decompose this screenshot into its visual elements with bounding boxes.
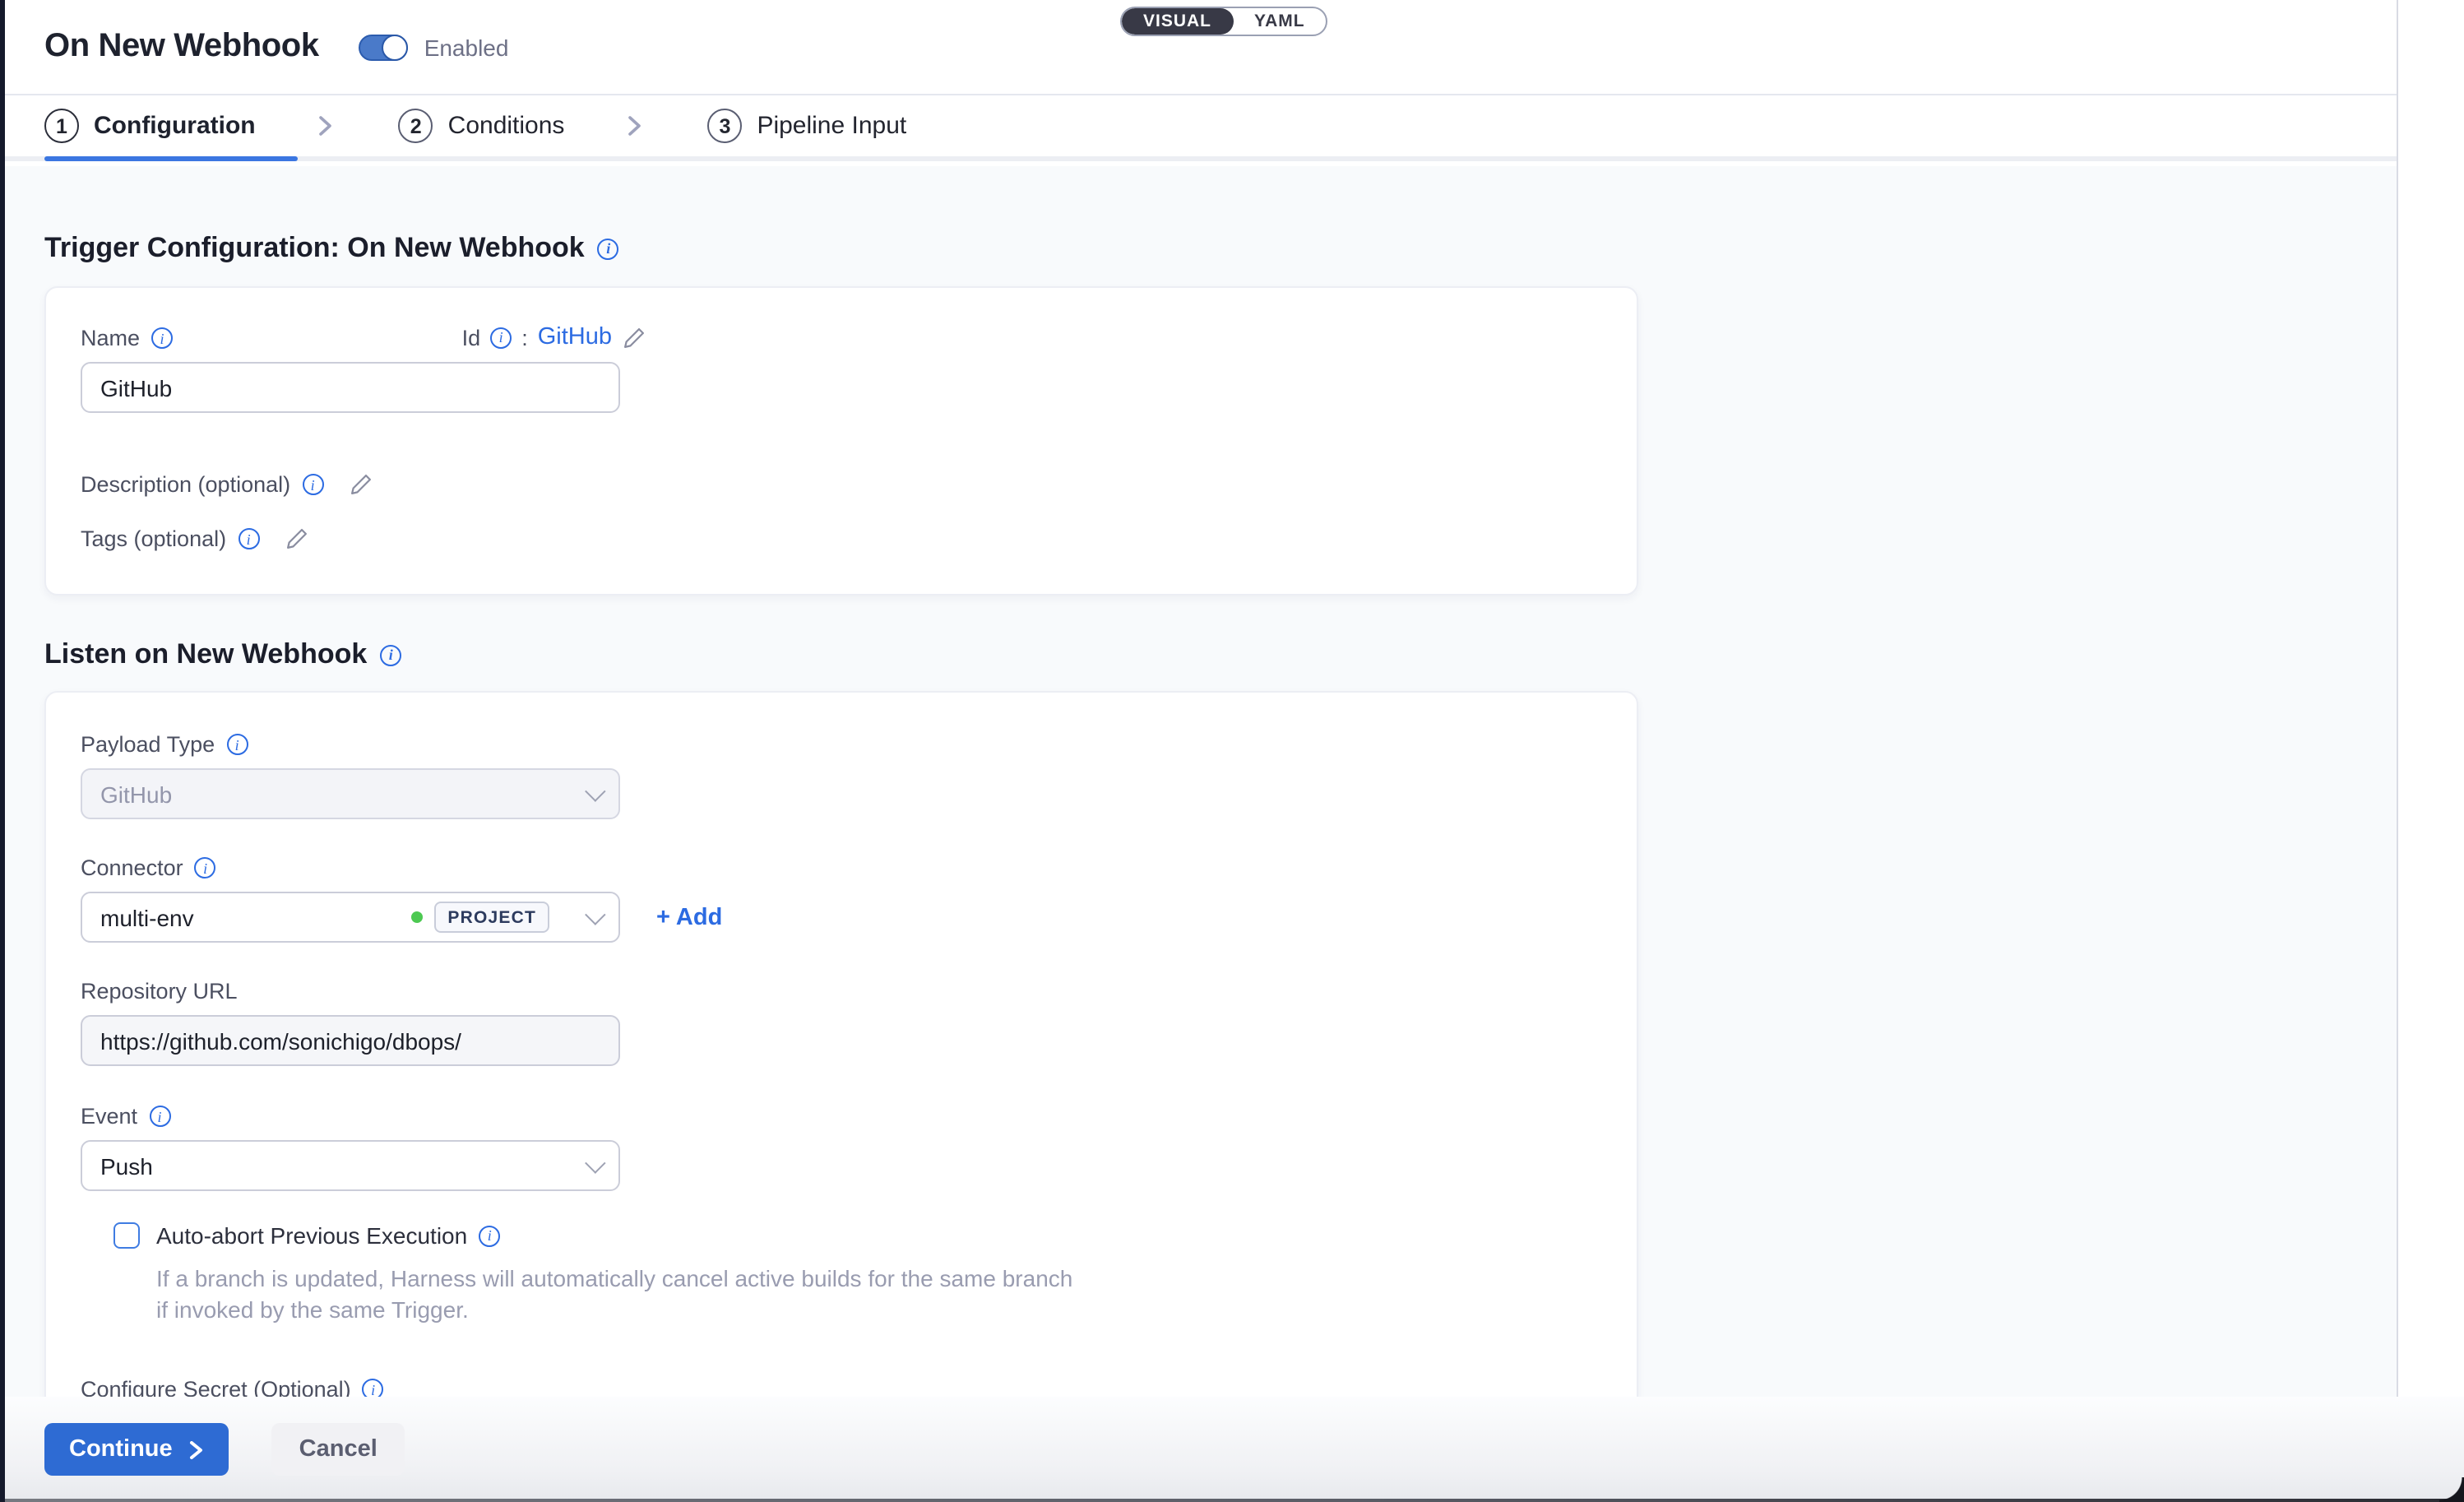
chevron-right-icon: [623, 115, 645, 137]
tags-row: Tags (optional): [81, 526, 1604, 551]
edit-pencil-icon[interactable]: [622, 325, 646, 350]
tab-configuration[interactable]: 1 Configuration: [44, 109, 256, 143]
auto-abort-help-text: If a branch is updated, Harness will aut…: [156, 1263, 1604, 1326]
active-tab-underline: [44, 156, 298, 161]
event-value: Push: [100, 1152, 572, 1179]
edit-pencil-icon[interactable]: [348, 472, 373, 497]
name-label-row: Name: [81, 326, 173, 350]
event-label: Event: [81, 1104, 137, 1129]
info-icon[interactable]: [149, 1106, 170, 1127]
connector-select[interactable]: multi-env PROJECT: [81, 892, 620, 943]
edit-pencil-icon[interactable]: [284, 526, 308, 551]
description-row: Description (optional): [81, 472, 1604, 497]
trigger-panel: On New Webhook Enabled VISUAL YAML 1 Con…: [0, 0, 2398, 1397]
chevron-right-icon: [188, 1440, 204, 1458]
chevron-right-icon: [315, 115, 336, 137]
left-nav-edge: [0, 0, 5, 1502]
listen-section-heading: Listen on New Webhook: [44, 638, 2397, 671]
payload-type-value: GitHub: [100, 781, 572, 807]
yaml-mode-button[interactable]: YAML: [1233, 8, 1327, 35]
info-icon[interactable]: [490, 327, 512, 348]
connector-row: multi-env PROJECT + Add: [81, 880, 1604, 943]
id-group: Id : GitHub: [462, 324, 646, 350]
info-icon[interactable]: [598, 238, 619, 259]
repo-url-label-row: Repository URL: [81, 979, 1604, 1004]
page-title: On New Webhook: [44, 28, 319, 66]
enabled-toggle[interactable]: [359, 34, 408, 60]
auto-abort-row: Auto-abort Previous Execution: [113, 1222, 1604, 1249]
chevron-down-icon: [585, 1152, 605, 1173]
id-separator: :: [521, 325, 528, 350]
chevron-down-icon: [585, 904, 605, 925]
step-number-badge: 1: [44, 109, 79, 143]
payload-type-select: GitHub: [81, 768, 620, 819]
visual-mode-button[interactable]: VISUAL: [1122, 8, 1233, 35]
wizard-step-bar: 1 Configuration 2 Conditions 3 Pipeline …: [0, 95, 2397, 161]
window-corner: [2439, 1477, 2464, 1502]
info-icon[interactable]: [479, 1225, 500, 1246]
tab-conditions[interactable]: 2 Conditions: [399, 109, 565, 143]
info-icon[interactable]: [195, 857, 216, 878]
name-label: Name: [81, 326, 140, 350]
info-icon[interactable]: [238, 528, 259, 549]
info-icon[interactable]: [302, 474, 323, 495]
name-input[interactable]: [81, 362, 620, 413]
enabled-label: Enabled: [424, 34, 509, 60]
repo-url-label: Repository URL: [81, 979, 238, 1004]
auto-abort-checkbox[interactable]: [113, 1222, 140, 1249]
step-number-badge: 2: [399, 109, 433, 143]
auto-abort-label: Auto-abort Previous Execution: [156, 1222, 467, 1249]
continue-button[interactable]: Continue: [44, 1423, 229, 1476]
connector-status-dot: [411, 911, 423, 923]
cancel-button[interactable]: Cancel: [271, 1423, 405, 1476]
continue-label: Continue: [69, 1436, 173, 1463]
payload-type-label: Payload Type: [81, 732, 215, 757]
trigger-drawer-page: On New Webhook Enabled VISUAL YAML 1 Con…: [0, 0, 2464, 1502]
configuration-form: Trigger Configuration: On New Webhook Na…: [0, 166, 2397, 1397]
info-icon[interactable]: [151, 327, 173, 349]
auto-abort-help-line2: if invoked by the same Trigger.: [156, 1295, 1604, 1326]
auto-abort-help-line1: If a branch is updated, Harness will aut…: [156, 1263, 1604, 1295]
id-value-link[interactable]: GitHub: [538, 324, 612, 350]
visual-yaml-switch: VISUAL YAML: [1120, 7, 1328, 36]
repo-url-input[interactable]: [81, 1015, 620, 1066]
id-label: Id: [462, 325, 481, 350]
info-icon[interactable]: [380, 644, 401, 665]
event-label-row: Event: [81, 1104, 1604, 1129]
chevron-down-icon: [585, 781, 605, 801]
step-label: Conditions: [448, 112, 565, 140]
step-number-badge: 3: [707, 109, 742, 143]
connector-label: Connector: [81, 855, 183, 880]
auto-abort-label-row: Auto-abort Previous Execution: [156, 1222, 500, 1249]
name-id-row: Name Id : GitHub: [81, 324, 646, 350]
trigger-section-heading: Trigger Configuration: On New Webhook: [44, 166, 2397, 265]
footer-action-bar: Continue Cancel: [0, 1397, 2464, 1502]
window-bottom-edge: [0, 1499, 2464, 1502]
listen-config-card: Payload Type GitHub Connector multi-env …: [44, 691, 1638, 1439]
description-label: Description (optional): [81, 472, 290, 497]
add-connector-button[interactable]: + Add: [656, 904, 722, 930]
event-select[interactable]: Push: [81, 1140, 620, 1191]
step-label: Configuration: [94, 112, 256, 140]
tags-label: Tags (optional): [81, 526, 226, 551]
toggle-knob: [382, 34, 408, 60]
info-icon[interactable]: [226, 734, 248, 755]
trigger-config-card: Name Id : GitHub Descripti: [44, 286, 1638, 596]
cancel-label: Cancel: [299, 1436, 377, 1463]
step-label: Pipeline Input: [757, 112, 906, 140]
listen-section-title: Listen on New Webhook: [44, 638, 367, 671]
trigger-section-title: Trigger Configuration: On New Webhook: [44, 232, 585, 265]
connector-value: multi-env: [100, 904, 411, 930]
connector-scope-badge: PROJECT: [434, 902, 549, 933]
drawer-header: On New Webhook Enabled VISUAL YAML: [0, 0, 2397, 95]
payload-type-label-row: Payload Type: [81, 732, 1604, 757]
tab-pipeline-input[interactable]: 3 Pipeline Input: [707, 109, 906, 143]
connector-label-row: Connector: [81, 855, 1604, 880]
